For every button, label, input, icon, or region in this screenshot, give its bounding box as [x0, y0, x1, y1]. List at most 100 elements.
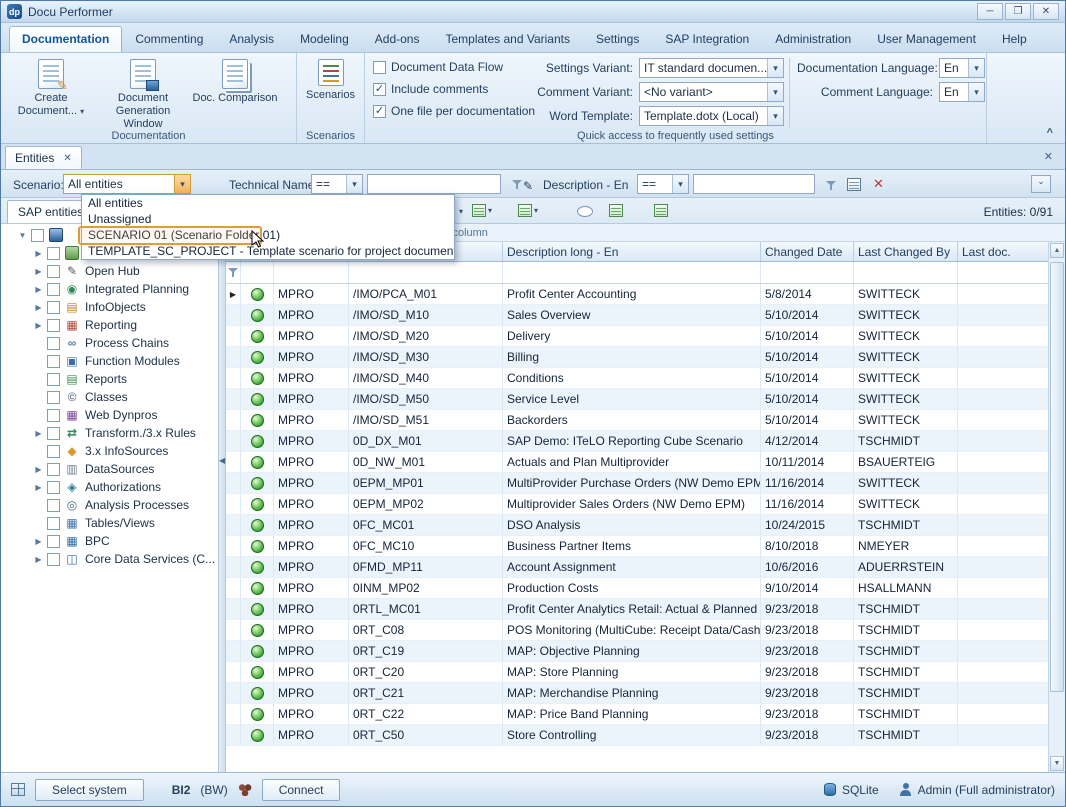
tree-item[interactable]: Web Dynpros [1, 406, 218, 424]
caret-down-icon[interactable] [767, 59, 783, 77]
minimize-button[interactable]: ─ [977, 3, 1003, 20]
ribbon-tab[interactable]: User Management [864, 26, 989, 52]
add-table-icon[interactable] [609, 204, 623, 217]
collapse-ribbon-icon[interactable]: ^ [1047, 127, 1053, 139]
tree-item[interactable]: Tables/Views [1, 514, 218, 532]
setting-combo[interactable]: Template.dotx (Local) [639, 106, 784, 126]
filter-cell[interactable] [274, 262, 349, 283]
tree-item-label[interactable]: Function Modules [85, 354, 180, 368]
ribbon-tab[interactable]: Administration [762, 26, 864, 52]
filter-cell[interactable] [958, 262, 1050, 283]
table-row[interactable]: MPRO /IMO/PCA_M01 Profit Center Accounti… [226, 284, 1065, 305]
table-row[interactable]: MPRO 0EPM_MP01 MultiProvider Purchase Or… [226, 473, 1065, 494]
tree-item-label[interactable]: Transform./3.x Rules [85, 426, 196, 440]
database-label[interactable]: SQLite [842, 783, 879, 797]
tree-item-label[interactable]: Core Data Services (C... [85, 552, 215, 566]
table-row[interactable]: MPRO 0RT_C20 MAP: Store Planning 9/23/20… [226, 662, 1065, 683]
tree-item-label[interactable]: Reports [85, 372, 127, 386]
tree-item-label[interactable]: Tables/Views [85, 516, 155, 530]
tree-checkbox[interactable] [47, 283, 60, 296]
tree-item-label[interactable]: Integrated Planning [85, 282, 189, 296]
table-row[interactable]: MPRO 0FC_MC10 Business Partner Items 8/1… [226, 536, 1065, 557]
expand-chevron-icon[interactable]: ▶ [33, 303, 44, 312]
tree-item-label[interactable]: Web Dynpros [85, 408, 157, 422]
description-input[interactable] [693, 174, 815, 194]
table-row[interactable]: MPRO /IMO/SD_M30 Billing 5/10/2014 SWITT… [226, 347, 1065, 368]
maximize-button[interactable]: ❐ [1005, 3, 1031, 20]
table-row[interactable]: MPRO /IMO/SD_M40 Conditions 5/10/2014 SW… [226, 368, 1065, 389]
setting-combo[interactable]: <No variant> [639, 82, 784, 102]
ribbon-tab[interactable]: Commenting [122, 26, 216, 52]
tab-entities[interactable]: Entities ✕ [5, 146, 82, 169]
caret-down-icon[interactable] [767, 83, 783, 101]
table-row[interactable]: MPRO /IMO/SD_M50 Service Level 5/10/2014… [226, 389, 1065, 410]
filter-cell[interactable] [349, 262, 503, 283]
tree-item-label[interactable]: 3.x InfoSources [85, 444, 168, 458]
tree-item[interactable]: Reports [1, 370, 218, 388]
expand-chevron-icon[interactable]: ▶ [33, 249, 44, 258]
ribbon-tab[interactable]: Help [989, 26, 1040, 52]
scenario-option[interactable]: Unassigned [82, 211, 454, 227]
select-system-button[interactable]: Select system [35, 779, 144, 801]
table-row[interactable]: MPRO 0RTL_MC01 Profit Center Analytics R… [226, 599, 1065, 620]
tree-item[interactable]: ▶ InfoObjects [1, 298, 218, 316]
table-list-icon[interactable] [654, 204, 668, 217]
clear-filter-icon[interactable]: ✕ [873, 176, 884, 192]
technical-name-input[interactable] [367, 174, 501, 194]
tree-checkbox[interactable] [47, 337, 60, 350]
tree-item[interactable]: ▶ Open Hub [1, 262, 218, 280]
scenario-combo[interactable]: All entities [63, 174, 191, 194]
table-row[interactable]: MPRO 0D_DX_M01 SAP Demo: ITeLO Reporting… [226, 431, 1065, 452]
collapse-panel-icon[interactable]: ◀ [219, 456, 225, 465]
tree-checkbox[interactable] [47, 481, 60, 494]
language-combo[interactable]: En [939, 58, 985, 78]
table-row[interactable]: MPRO /IMO/SD_M10 Sales Overview 5/10/201… [226, 305, 1065, 326]
tree-checkbox[interactable] [47, 553, 60, 566]
caret-down-icon[interactable] [346, 175, 362, 193]
tree-item-label[interactable]: Process Chains [85, 336, 169, 350]
column-header-description[interactable]: Description long - En [503, 242, 761, 261]
tree-checkbox[interactable] [47, 409, 60, 422]
tree-item[interactable]: 3.x InfoSources [1, 442, 218, 460]
tree-item[interactable]: Classes [1, 388, 218, 406]
tree-checkbox[interactable] [47, 391, 60, 404]
filter-cell[interactable] [854, 262, 958, 283]
tree-checkbox[interactable] [47, 535, 60, 548]
table-row[interactable]: MPRO 0RT_C08 POS Monitoring (MultiCube: … [226, 620, 1065, 641]
caret-down-icon[interactable] [174, 175, 190, 193]
tree-item-label[interactable]: Open Hub [85, 264, 140, 278]
table-row[interactable]: MPRO 0D_NW_M01 Actuals and Plan Multipro… [226, 452, 1065, 473]
expand-chevron-icon[interactable]: ▶ [33, 267, 44, 276]
column-header-last-changed-by[interactable]: Last Changed By [854, 242, 958, 261]
scroll-down-icon[interactable]: ▼ [1050, 756, 1064, 771]
grid-layout-dropdown-button[interactable]: ▾ [471, 203, 493, 218]
close-button[interactable]: ✕ [1033, 3, 1059, 20]
column-chooser-icon[interactable] [847, 178, 861, 191]
ribbon-tab[interactable]: Analysis [216, 26, 287, 52]
table-row[interactable]: MPRO 0RT_C50 Store Controlling 9/23/2018… [226, 725, 1065, 746]
tree-checkbox[interactable] [47, 355, 60, 368]
tree-item[interactable]: Analysis Processes [1, 496, 218, 514]
ribbon-tab[interactable]: Modeling [287, 26, 362, 52]
ribbon-tab[interactable]: Add-ons [362, 26, 433, 52]
tree-item[interactable]: Function Modules [1, 352, 218, 370]
expand-chevron-icon[interactable]: ▶ [33, 537, 44, 546]
table-row[interactable]: MPRO /IMO/SD_M20 Delivery 5/10/2014 SWIT… [226, 326, 1065, 347]
tree-item[interactable]: ▶ BPC [1, 532, 218, 550]
filter-icon[interactable] [823, 177, 840, 197]
tree-checkbox[interactable] [47, 247, 60, 260]
ribbon-tab[interactable]: Documentation [9, 26, 122, 52]
expand-chevron-icon[interactable]: ▶ [33, 483, 44, 492]
caret-down-icon[interactable] [767, 107, 783, 125]
table-row[interactable]: MPRO 0RT_C21 MAP: Merchandise Planning 9… [226, 683, 1065, 704]
tree-checkbox[interactable] [47, 445, 60, 458]
technical-name-operator-combo[interactable]: == [311, 174, 363, 194]
tree-checkbox[interactable] [47, 373, 60, 386]
connect-button[interactable]: Connect [262, 779, 341, 801]
expand-chevron-icon[interactable]: ▶ [33, 555, 44, 564]
scroll-up-icon[interactable]: ▲ [1050, 243, 1064, 258]
comment-icon[interactable] [577, 206, 593, 217]
document-generation-window-button[interactable]: Document Generation Window [97, 56, 189, 129]
vertical-scrollbar[interactable]: ▲ ▼ [1048, 242, 1065, 772]
tree-item-label[interactable]: InfoObjects [85, 300, 146, 314]
